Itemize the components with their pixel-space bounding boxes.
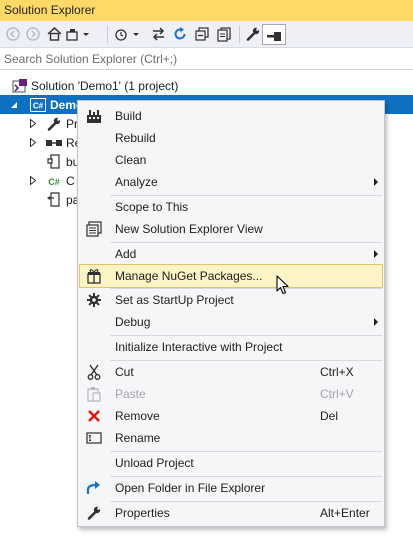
back-icon[interactable]: [5, 26, 21, 42]
menu-item-shortcut: Ctrl+V: [320, 387, 354, 401]
menu-item-shortcut: Ctrl+X: [320, 365, 354, 379]
preview-selected-items-button[interactable]: [262, 24, 286, 45]
menu-item-label: Paste: [115, 387, 146, 401]
gear-icon: [86, 292, 102, 308]
file-icon: [46, 154, 62, 170]
title-bar: Solution Explorer: [0, 0, 413, 21]
menu-item-label: Unload Project: [115, 456, 194, 470]
menu-item-label: Properties: [115, 506, 170, 520]
solution-icon: [12, 78, 28, 94]
collapse-all-icon[interactable]: [194, 26, 210, 42]
submenu-arrow-icon: [374, 178, 378, 186]
search-placeholder: Search Solution Explorer (Ctrl+;): [4, 52, 178, 66]
collapsed-triangle-icon[interactable]: [28, 119, 37, 128]
paste-icon: [86, 386, 102, 402]
refresh-icon[interactable]: [172, 26, 188, 42]
menu-item-shortcut: Alt+Enter: [320, 506, 370, 520]
collapsed-triangle-icon[interactable]: [28, 176, 37, 185]
collapsed-triangle-icon[interactable]: [28, 138, 37, 147]
menu-item-rebuild[interactable]: Rebuild: [80, 127, 382, 149]
menu-item-label: Cut: [115, 365, 134, 379]
remove-x-icon: [86, 408, 102, 424]
submenu-arrow-icon: [374, 250, 378, 258]
menu-item-new-solution-explorer-view[interactable]: New Solution Explorer View: [80, 218, 382, 240]
build-icon: [86, 108, 102, 124]
menu-item-cut[interactable]: Cut Ctrl+X: [80, 361, 382, 383]
pending-changes-filter-icon[interactable]: [114, 26, 140, 42]
menu-item-label: Rebuild: [115, 131, 156, 145]
menu-item-initialize-interactive[interactable]: Initialize Interactive with Project: [80, 336, 382, 358]
sync-icon[interactable]: [150, 26, 166, 42]
open-folder-arrow-icon: [86, 480, 102, 496]
toolbar: [0, 21, 413, 48]
expanded-triangle-icon[interactable]: [9, 100, 18, 109]
menu-item-add[interactable]: Add: [80, 243, 382, 265]
menu-item-label: Open Folder in File Explorer: [115, 481, 266, 495]
scissors-icon: [86, 364, 102, 380]
show-all-files-icon[interactable]: [216, 26, 232, 42]
menu-item-properties[interactable]: Properties Alt+Enter: [80, 502, 382, 524]
references-icon: [46, 135, 62, 151]
context-menu: Build Rebuild Clean Analyze Scope to Thi…: [77, 100, 385, 527]
tree-item-solution[interactable]: Solution 'Demo1' (1 project): [0, 76, 413, 95]
csharp-file-icon: C#: [46, 173, 62, 189]
nuget-icon: [86, 268, 102, 284]
preview-selected-items-icon: [267, 30, 281, 44]
svg-text:C#: C#: [33, 101, 44, 110]
menu-item-unload-project[interactable]: Unload Project: [80, 452, 382, 474]
menu-item-open-folder-in-file-explorer[interactable]: Open Folder in File Explorer: [80, 477, 382, 499]
menu-item-label: Debug: [115, 315, 151, 329]
menu-item-label: Build: [115, 109, 142, 123]
new-view-icon: [86, 221, 102, 237]
menu-item-scope-to-this[interactable]: Scope to This: [80, 196, 382, 218]
submenu-arrow-icon: [374, 318, 378, 326]
forward-icon[interactable]: [25, 26, 41, 42]
menu-item-label: Manage NuGet Packages...: [115, 269, 263, 283]
menu-item-remove[interactable]: Remove Del: [80, 405, 382, 427]
menu-item-paste[interactable]: Paste Ctrl+V: [80, 383, 382, 405]
menu-item-label: Remove: [115, 409, 160, 423]
wrench-icon: [86, 505, 102, 521]
menu-item-label: Rename: [115, 431, 161, 445]
menu-item-label: Clean: [115, 153, 147, 167]
switch-views-icon[interactable]: [66, 26, 90, 42]
rename-icon: [86, 430, 102, 446]
menu-item-shortcut: Del: [320, 409, 339, 423]
menu-item-clean[interactable]: Clean: [80, 149, 382, 171]
tree-item-label: Solution 'Demo1' (1 project): [31, 78, 179, 93]
menu-item-label: Initialize Interactive with Project: [115, 340, 283, 354]
wrench-icon: [46, 116, 62, 132]
package-file-icon: [46, 192, 62, 208]
menu-item-label: Scope to This: [115, 200, 189, 214]
tree-item-label: C: [66, 173, 75, 188]
csharp-project-icon: C#: [30, 97, 46, 113]
search-input[interactable]: Search Solution Explorer (Ctrl+;): [0, 48, 413, 70]
mouse-cursor-icon: [276, 275, 289, 298]
menu-item-build[interactable]: Build: [80, 105, 382, 127]
menu-item-label: Add: [115, 247, 137, 261]
home-icon[interactable]: [46, 26, 62, 42]
menu-item-analyze[interactable]: Analyze: [80, 171, 382, 193]
menu-item-label: New Solution Explorer View: [115, 222, 263, 236]
menu-item-label: Set as StartUp Project: [115, 293, 234, 307]
svg-text:C#: C#: [48, 177, 60, 187]
menu-item-label: Analyze: [115, 175, 158, 189]
window-title: Solution Explorer: [4, 3, 96, 17]
properties-icon[interactable]: [245, 26, 261, 42]
menu-item-manage-nuget-packages[interactable]: Manage NuGet Packages...: [79, 264, 383, 288]
menu-item-set-as-startup-project[interactable]: Set as StartUp Project: [80, 289, 382, 311]
menu-item-rename[interactable]: Rename: [80, 427, 382, 449]
menu-item-debug[interactable]: Debug: [80, 311, 382, 333]
